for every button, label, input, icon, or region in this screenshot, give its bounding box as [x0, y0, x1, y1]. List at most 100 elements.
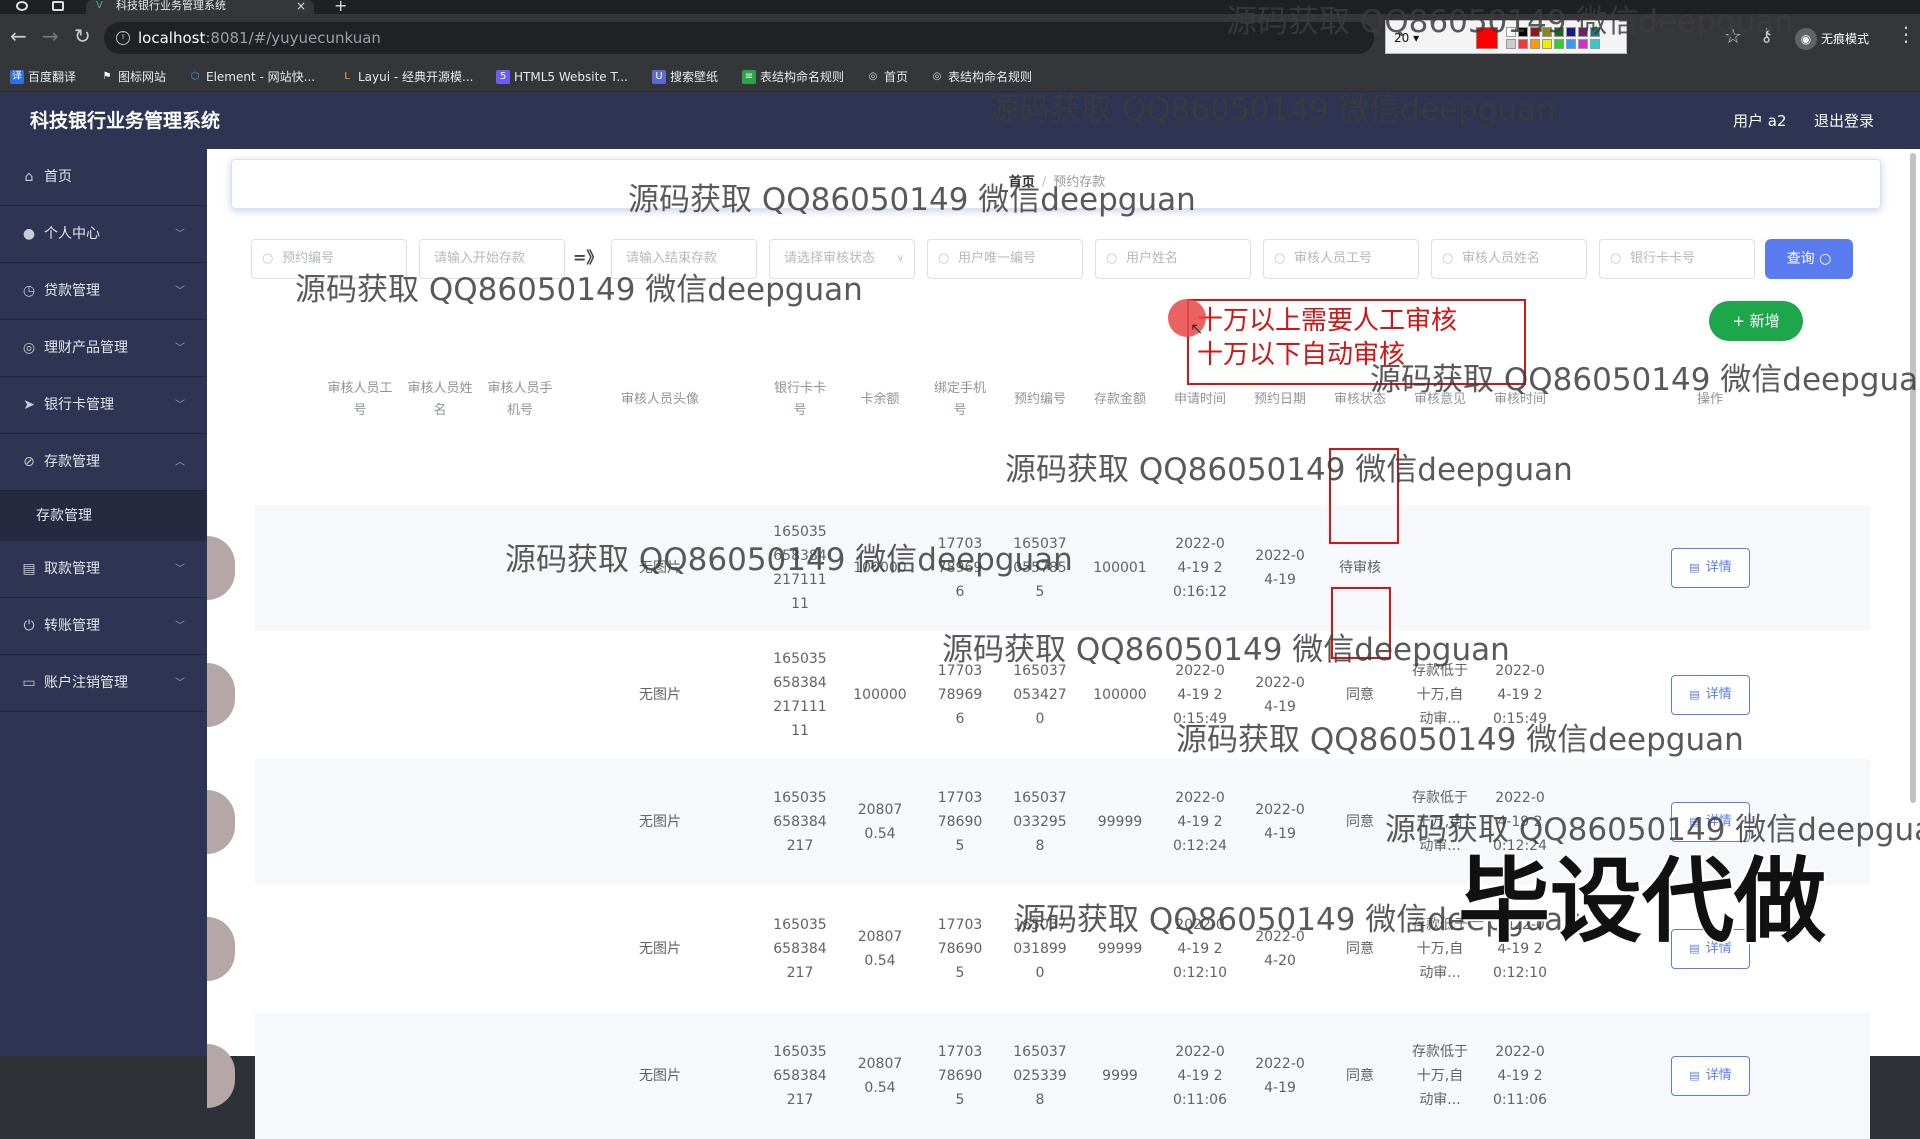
bookmark-item[interactable]: 5 HTML5 Website T... [492, 62, 628, 92]
home-icon: ⌂ [24, 169, 34, 185]
cell-text: 2022-04-19 20:15:49 [1493, 663, 1547, 727]
sidebar-menu: ⌂ 首页 ● 个人中心 ﹀ ◷ 贷款管理 ﹀ ◎ 理财产品管理 ﹀ ➤ 银行卡管… [0, 149, 207, 1056]
cell-text: 17703786905 [937, 1044, 983, 1108]
search-icon: ○ [1819, 251, 1832, 267]
search-button[interactable]: 查询 ○ [1765, 239, 1853, 279]
input-placeholder: 请输入开始存款 [434, 251, 526, 266]
tab-overview-icon[interactable] [52, 1, 64, 11]
color-swatch[interactable] [1590, 39, 1600, 49]
new-tab-icon[interactable]: + [334, 0, 347, 14]
bookmark-item[interactable]: L Layui - 经典开源模... [336, 62, 473, 92]
range-separator: =》 [573, 248, 603, 267]
watermark-text: 源码获取 QQ86050149 微信deepguan [628, 182, 1196, 218]
sidebar-item-home[interactable]: ⌂ 首页 [0, 149, 207, 206]
sidebar-item-finance-products[interactable]: ◎ 理财产品管理 ﹀ [0, 320, 207, 377]
sidebar-subitem-deposit-management[interactable]: 存款管理 [0, 491, 207, 541]
current-user: 用户 a2 [1733, 112, 1787, 130]
sidebar-item-withdrawals[interactable]: ▤ 取款管理 ﹀ [0, 541, 207, 598]
search-icon: ○ [938, 251, 950, 266]
withdraw-icon: ▤ [22, 561, 36, 577]
cell-audit-time: 2022-04-19 20:11:06 [1480, 1013, 1560, 1139]
user-id-input[interactable]: ○ 用户唯一编号 [927, 239, 1083, 279]
th-auditor-avatar: 审核人员头像 [600, 375, 720, 425]
cell-text: 165035658384217 [773, 790, 827, 854]
transfer-icon: ⏻ [23, 618, 35, 634]
cell-text: 2022-04-19 [1255, 1056, 1305, 1096]
incognito-indicator[interactable]: ◉ 无痕模式 [1795, 28, 1869, 50]
watermark-text: 源码获取 QQ86050149 微信deepguan [505, 542, 1073, 578]
bookmark-favicon-icon: ◎ [932, 71, 942, 82]
cell-reservation-no: 1650370253398 [1000, 1013, 1080, 1139]
auditor-no-input[interactable]: ○ 审核人员工号 [1263, 239, 1419, 279]
cell-text: 17703786905 [937, 790, 983, 854]
cell-reservation-no: 1650370332958 [1000, 759, 1080, 885]
address-input[interactable]: i localhost:8081/#/yuyuecunkuan [104, 22, 1374, 54]
sidebar-item-label: 取款管理 [44, 561, 100, 577]
color-swatch[interactable] [1554, 39, 1564, 49]
watermark-text: 源码获取 QQ86050149 微信deepguan [1005, 452, 1573, 488]
cell-text: 无图片 [639, 941, 681, 957]
search-button-label: 查询 [1786, 251, 1815, 267]
card-no-input[interactable]: ○ 银行卡卡号 [1599, 239, 1755, 279]
plus-icon: + [1732, 312, 1745, 330]
user-icon: ● [22, 226, 36, 242]
detail-button[interactable]: ▤ 详情 [1671, 548, 1750, 588]
bookmark-item[interactable]: ◎ 首页 [862, 62, 908, 92]
bookmark-item[interactable]: ◎ 表结构命名规则 [926, 62, 1032, 92]
color-swatch[interactable] [1578, 39, 1588, 49]
sidebar-item-transfers[interactable]: ⏻ 转账管理 ﹀ [0, 598, 207, 655]
detail-button[interactable]: ▤ 详情 [1671, 1056, 1750, 1096]
browser-tab[interactable]: V 科技银行业务管理系统 × [86, 0, 314, 14]
forward-icon[interactable]: → [42, 26, 59, 46]
cell-card-no: 165035658384217 [760, 886, 840, 1012]
auditor-name-input[interactable]: ○ 审核人员姓名 [1431, 239, 1587, 279]
color-swatch[interactable] [1566, 39, 1576, 49]
sidebar-item-bank-cards[interactable]: ➤ 银行卡管理 ﹀ [0, 377, 207, 434]
bookmark-item[interactable]: U 搜索壁纸 [648, 62, 718, 92]
detail-button[interactable]: ▤ 详情 [1671, 675, 1750, 715]
th-auditor-name: 审核人员姓名 [400, 375, 480, 425]
search-icon: ○ [1106, 251, 1118, 266]
watermark-text: 源码获取 QQ86050149 微信deepguan [988, 92, 1556, 128]
color-swatch[interactable] [1530, 39, 1540, 49]
cell-avatar: 无图片 [600, 632, 720, 758]
avatar-image [207, 663, 235, 727]
cell-avatar: 无图片 [600, 886, 720, 1012]
cell-amount: 99999 [1080, 759, 1160, 885]
detail-button-label: 详情 [1705, 560, 1732, 575]
logout-link[interactable]: 退出登录 [1814, 110, 1874, 132]
th-label: 审核人员姓名 [407, 381, 473, 418]
cell-text: 2022-04-19 [1255, 802, 1305, 842]
color-swatch[interactable] [1542, 39, 1552, 49]
th-reserve-date: 预约日期 [1240, 375, 1320, 425]
app-header: 科技银行业务管理系统 用户 a2 退出登录 [0, 92, 1920, 149]
cell-text: 1650370534270 [1013, 663, 1067, 727]
bookmark-item[interactable]: ⬡ Element - 网站快... [184, 62, 315, 92]
bookmark-item[interactable]: ⚑ 图标网站 [96, 62, 167, 92]
browser-menu-icon[interactable] [16, 1, 28, 11]
scrollbar-thumb[interactable] [1910, 153, 1916, 803]
bookmark-item[interactable]: ≡ 表结构命名规则 [738, 62, 844, 92]
th-label: 预约日期 [1253, 392, 1306, 407]
back-icon[interactable]: ← [10, 26, 27, 46]
sidebar-item-account-closure[interactable]: ▭ 账户注销管理 ﹀ [0, 655, 207, 712]
tab-close-icon[interactable]: × [296, 0, 306, 12]
watermark-text: 源码获取 QQ86050149 微信deepguan [1176, 722, 1744, 758]
add-button[interactable]: + 新增 [1709, 301, 1803, 341]
reload-icon[interactable]: ↻ [74, 26, 91, 46]
sidebar-item-label: 账户注销管理 [44, 675, 128, 691]
sidebar-item-profile[interactable]: ● 个人中心 ﹀ [0, 206, 207, 263]
chevron-down-icon: ﹀ [175, 621, 185, 632]
sidebar-item-deposits[interactable]: ⊘ 存款管理 ︿ [0, 434, 207, 491]
cell-balance: 208070.54 [840, 1013, 920, 1139]
bookmark-label: HTML5 Website T... [514, 70, 628, 84]
bookmark-favicon-icon: U [652, 70, 666, 84]
sidebar-item-loans[interactable]: ◷ 贷款管理 ﹀ [0, 263, 207, 320]
color-swatch[interactable] [1506, 39, 1516, 49]
color-swatch[interactable] [1518, 39, 1528, 49]
browser-more-icon[interactable]: ⋮ [1896, 24, 1916, 44]
cell-avatar: 无图片 [600, 1013, 720, 1139]
user-name-input[interactable]: ○ 用户姓名 [1095, 239, 1251, 279]
bookmark-item[interactable]: 译百度翻译 [6, 62, 76, 92]
site-info-icon[interactable]: i [116, 31, 130, 45]
